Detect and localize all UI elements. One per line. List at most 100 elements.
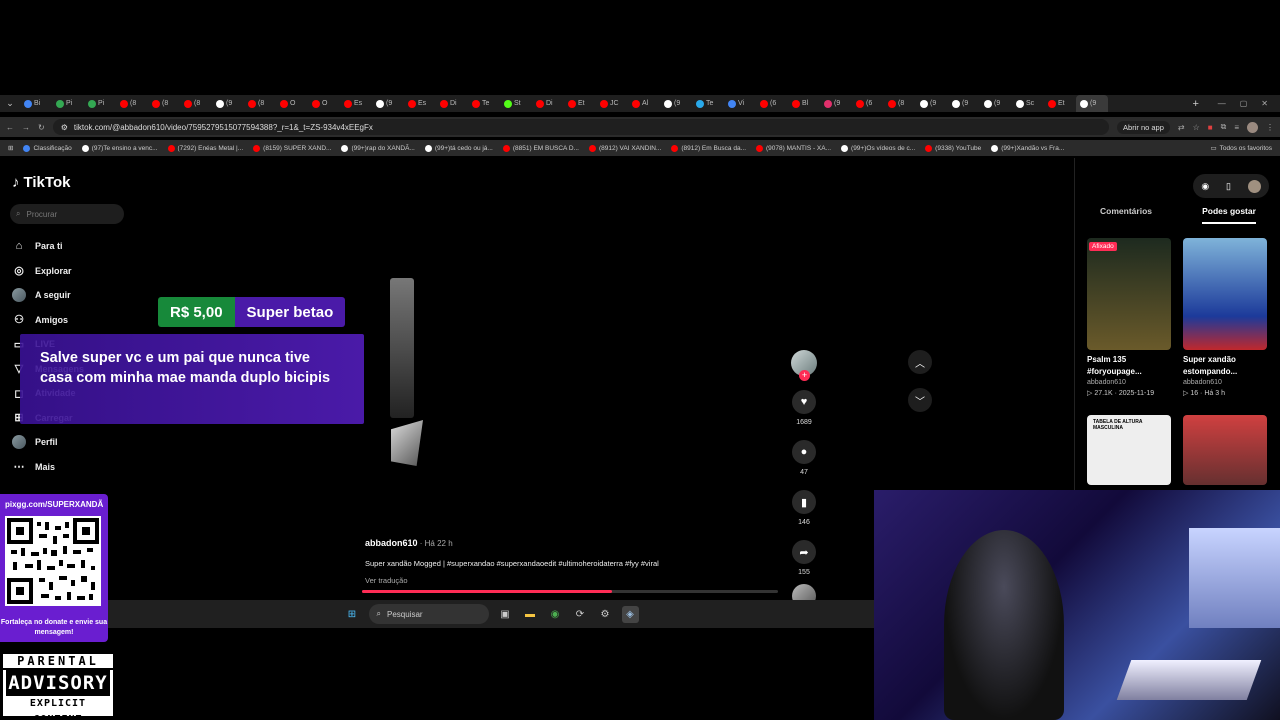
maximize-icon[interactable]: ▢ — [1240, 99, 1248, 108]
reload-icon[interactable]: ↻ — [38, 123, 45, 132]
previous-video-button[interactable]: ︿ — [908, 350, 932, 374]
user-avatar[interactable] — [1247, 179, 1261, 193]
browser-tab[interactable]: (9 — [1076, 95, 1108, 112]
windows-start-icon[interactable]: ⊞ — [344, 606, 361, 623]
coins-icon[interactable]: ◉ — [1201, 181, 1209, 192]
browser-tab[interactable]: (9 — [916, 95, 948, 112]
browser-tab[interactable]: Es — [404, 95, 436, 112]
url-field[interactable]: ⚙ tiktok.com/@abbadon610/video/759527951… — [52, 119, 1110, 135]
profile-avatar[interactable] — [1247, 121, 1258, 133]
close-window-icon[interactable]: ✕ — [1261, 99, 1268, 108]
device-icon[interactable]: ▯ — [1226, 181, 1231, 192]
browser-tab[interactable]: O — [308, 95, 340, 112]
browser-tab[interactable]: Et — [564, 95, 596, 112]
apps-grid-icon[interactable]: ⊞ — [8, 144, 13, 152]
browser-tab[interactable]: Et — [1044, 95, 1076, 112]
like-button[interactable]: ♥ — [792, 390, 816, 414]
browser-tab[interactable]: JC — [596, 95, 628, 112]
bookmark-item[interactable]: (8912) VAI XANDIN... — [588, 144, 661, 152]
bookmark-item[interactable]: (97)Te ensino a venc... — [81, 144, 158, 152]
browser-tab[interactable]: O — [276, 95, 308, 112]
browser-tab[interactable]: (9 — [980, 95, 1012, 112]
translate-link[interactable]: Ver tradução — [365, 576, 659, 585]
bookmark-item[interactable]: Classificação — [23, 144, 72, 152]
steam-icon[interactable]: ◈ — [621, 605, 639, 623]
browser-tab[interactable]: (9 — [820, 95, 852, 112]
extensions-puzzle-icon[interactable]: ⧉ — [1221, 122, 1227, 132]
browser-tab[interactable]: Vi — [724, 95, 756, 112]
browser-tab[interactable]: (8 — [148, 95, 180, 112]
next-video-button[interactable]: ﹀ — [908, 388, 932, 412]
bookmark-item[interactable]: (8159) SUPER XAND... — [253, 144, 331, 152]
comment-button[interactable]: ● — [792, 440, 816, 464]
browser-tab[interactable]: (9 — [212, 95, 244, 112]
chrome-icon[interactable]: ◉ — [547, 606, 564, 623]
settings-icon[interactable]: ⚙ — [597, 606, 614, 623]
browser-tab[interactable]: Di — [436, 95, 468, 112]
browser-tab[interactable]: (8 — [180, 95, 212, 112]
share-button[interactable]: ➦ — [792, 540, 816, 564]
browser-tab[interactable]: Es — [340, 95, 372, 112]
browser-tab[interactable]: Bi — [20, 95, 52, 112]
browser-tab[interactable]: Sc — [1012, 95, 1044, 112]
sidebar-item-mais[interactable]: ⋯ Mais — [12, 455, 122, 480]
browser-tab[interactable]: (8 — [116, 95, 148, 112]
tab-search-chevron-icon[interactable]: ⌄ — [0, 98, 20, 109]
bookmark-item[interactable]: (8912) Em Busca da... — [671, 144, 746, 152]
video-card[interactable]: Afixado Psalm 135 #foryoupage... abbadon… — [1087, 238, 1171, 397]
sidebar-item-perfil[interactable]: Perfil — [12, 430, 122, 455]
extension-icon[interactable]: ■ — [1208, 123, 1213, 132]
browser-tab[interactable]: Te — [692, 95, 724, 112]
browser-tab[interactable]: (9 — [372, 95, 404, 112]
tab-comments[interactable]: Comentários — [1100, 206, 1152, 224]
browser-tab[interactable]: Pi — [52, 95, 84, 112]
new-tab-button[interactable]: + — [1186, 98, 1206, 110]
video-card[interactable] — [1183, 415, 1267, 485]
sidebar-item-a-seguir[interactable]: A seguir — [12, 283, 122, 308]
tiktok-logo[interactable]: ♪ TikTok — [12, 174, 70, 191]
sidebar-item-para-ti[interactable]: ⌂ Para ti — [12, 234, 122, 259]
video-progress-bar[interactable] — [362, 590, 778, 593]
video-card[interactable]: TABELA DE ALTURA MASCULINA — [1087, 415, 1171, 485]
bookmark-star-icon[interactable]: ☆ — [1193, 123, 1200, 132]
back-icon[interactable]: ← — [6, 123, 14, 132]
taskbar-search[interactable]: ⌕ Pesquisar — [368, 604, 489, 624]
file-explorer-icon[interactable]: ▬ — [522, 606, 539, 623]
bookmark-item[interactable]: (9338) YouTube — [925, 144, 981, 152]
browser-tab[interactable]: Al — [628, 95, 660, 112]
follow-plus-icon[interactable]: + — [799, 370, 810, 381]
app-icon[interactable]: ⟳ — [572, 606, 589, 623]
browser-tab[interactable]: (9 — [660, 95, 692, 112]
browser-tab[interactable]: Di — [532, 95, 564, 112]
browser-tab[interactable]: (6 — [852, 95, 884, 112]
bookmark-item[interactable]: (99+)Xandão vs Fra... — [991, 144, 1064, 152]
video-card[interactable]: Super xandão estompando... abbadon610 ▷ … — [1183, 238, 1267, 397]
task-view-icon[interactable]: ▣ — [497, 606, 514, 623]
save-button[interactable]: ▮ — [792, 490, 816, 514]
bookmark-item[interactable]: (9078) MANTIS - XA... — [756, 144, 831, 152]
video-author[interactable]: abbadon610 · Há 22 h — [365, 538, 659, 548]
creator-avatar[interactable]: + — [791, 350, 817, 381]
media-control-icon[interactable]: ≡ — [1234, 123, 1239, 132]
sidebar-item-explorar[interactable]: ◎ Explorar — [12, 259, 122, 284]
browser-tab[interactable]: (9 — [948, 95, 980, 112]
tab-may-like[interactable]: Podes gostar — [1202, 206, 1256, 224]
bookmark-item[interactable]: (99+)Os vídeos de c... — [841, 144, 915, 152]
browser-tab[interactable]: Te — [468, 95, 500, 112]
open-in-app-button[interactable]: Abrir no app — [1117, 120, 1170, 134]
bookmark-item[interactable]: (99+)tá cedo ou já... — [424, 144, 493, 152]
minimize-icon[interactable]: — — [1218, 99, 1226, 108]
browser-tab[interactable]: Pi — [84, 95, 116, 112]
search-input[interactable]: ⌕ Procurar — [10, 204, 124, 224]
browser-tab[interactable]: Bl — [788, 95, 820, 112]
browser-tab[interactable]: (8 — [244, 95, 276, 112]
browser-tab[interactable]: (8 — [884, 95, 916, 112]
bookmark-item[interactable]: (99+)rap do XANDÃ... — [341, 144, 415, 152]
all-bookmarks-button[interactable]: ▭ Todos os favoritos — [1210, 144, 1272, 153]
browser-tab[interactable]: (6 — [756, 95, 788, 112]
bookmark-item[interactable]: (7292) Enéas Metal |... — [167, 144, 243, 152]
translate-icon[interactable]: ⇄ — [1178, 123, 1185, 132]
sidebar-item-amigos[interactable]: ⚇ Amigos — [12, 308, 122, 333]
forward-icon[interactable]: → — [22, 123, 30, 132]
bookmark-item[interactable]: (8851) EM BUSCA D... — [502, 144, 579, 152]
